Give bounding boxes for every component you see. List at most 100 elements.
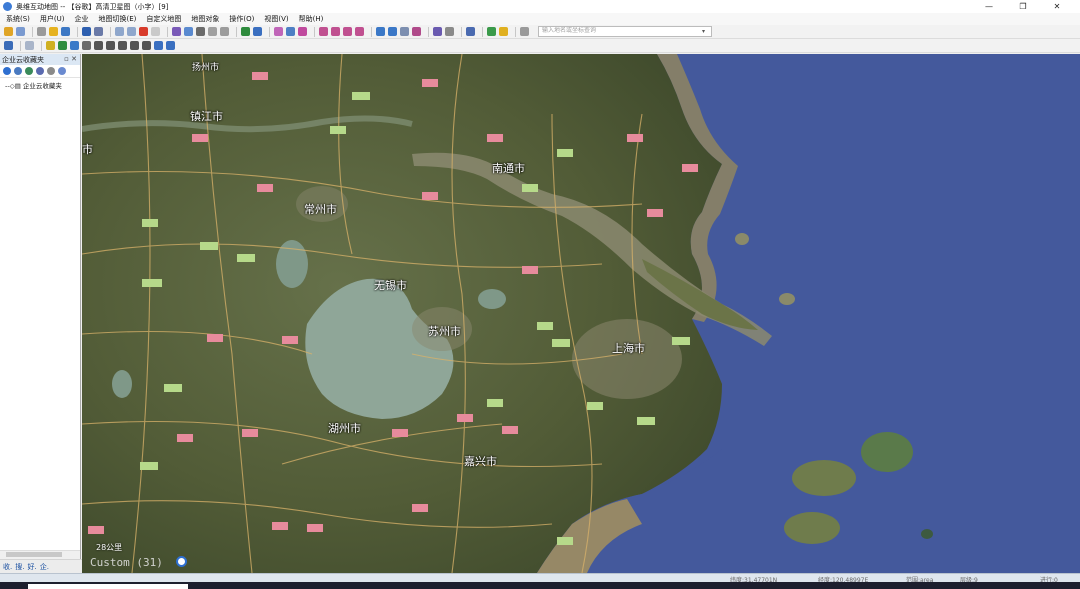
tab-favorites[interactable]: 收. [3,562,12,572]
maximize-button[interactable]: ❐ [1006,0,1040,13]
area-measure-icon[interactable] [388,27,397,36]
target-icon[interactable] [3,67,11,75]
open-folder-icon[interactable] [4,27,13,36]
screenshot-icon[interactable] [220,27,229,36]
map-type-icon[interactable] [466,27,475,36]
road-shield [637,417,655,425]
print-icon[interactable] [196,27,205,36]
favorite-star-icon[interactable] [49,27,58,36]
taskbar-item[interactable] [28,584,188,589]
menu-view[interactable]: 视图(V) [264,14,288,24]
help-icon[interactable] [58,67,66,75]
search-input[interactable] [538,26,712,37]
island [779,293,795,305]
person-pin-icon[interactable] [172,27,181,36]
route-icon[interactable] [94,27,103,36]
delete-icon[interactable] [139,27,148,36]
layers-icon[interactable] [61,27,70,36]
menu-map-switch[interactable]: 地图切换(E) [99,14,137,24]
toolbar-separator [515,26,516,37]
compass-icon[interactable] [176,556,187,567]
menu-map-objects[interactable]: 地图对象 [191,14,219,24]
circle-draw-icon[interactable] [331,27,340,36]
menu-system[interactable]: 系统(S) [6,14,30,24]
search-icon[interactable] [520,27,529,36]
toolbar-separator [482,26,483,37]
close-button[interactable]: ✕ [1040,0,1074,13]
window-controls: — ❐ ✕ [972,0,1074,13]
tab-search[interactable]: 搜. [15,562,24,572]
panel-title: 企业云收藏夹 [2,55,44,64]
arc-icon[interactable] [106,41,115,50]
tree-item-enterprise-favorites[interactable]: --◇▤ 企业云收藏夹 [0,78,80,90]
road-shield [522,266,538,274]
panel-toggle-icon[interactable] [433,27,442,36]
horizontal-scrollbar[interactable] [0,550,80,559]
city-label-yangzhou: 扬州市 [192,63,220,73]
toolbar-separator [269,26,270,37]
line-draw-icon[interactable] [319,27,328,36]
road-shield [627,134,643,142]
menu-custom-map[interactable]: 自定义地图 [146,14,181,24]
list-icon[interactable] [445,27,454,36]
panel-controls[interactable]: ▫ ✕ [64,55,77,63]
city-label-jiaxing: 嘉兴市 [464,455,497,468]
arrow-icon[interactable] [70,41,79,50]
circle-icon[interactable] [94,41,103,50]
table-icon[interactable] [412,27,421,36]
rectangle-draw-icon[interactable] [343,27,352,36]
road-shield [457,414,473,422]
road-shield [88,526,104,534]
new-document-icon[interactable] [25,41,34,50]
ellipse-icon[interactable] [118,41,127,50]
settings-icon[interactable] [208,27,217,36]
menu-enterprise[interactable]: 企业 [75,14,89,24]
polyline-icon[interactable] [274,27,283,36]
image-frame-icon[interactable] [166,41,175,50]
undo-icon[interactable] [115,27,124,36]
zoom-icon[interactable] [14,67,22,75]
user-icon[interactable] [37,27,46,36]
menu-help[interactable]: 帮助(H) [299,14,324,24]
grid-icon[interactable] [400,27,409,36]
pen-icon[interactable] [46,41,55,50]
map-view[interactable]: 镇江市 扬州市 南通市 常州市 无锡市 苏州市 上海市 湖州市 嘉兴市 市 28… [82,54,1080,573]
scrollbar-thumb[interactable] [6,552,62,557]
pin-icon[interactable] [58,41,67,50]
measure-icon[interactable] [376,27,385,36]
menu-operations[interactable]: 操作(O) [229,14,254,24]
layer-label: Custom (31) [90,556,163,569]
road-shield [647,209,663,217]
polygon-icon[interactable] [286,27,295,36]
globe-icon[interactable] [82,27,91,36]
road-shield [237,254,255,262]
gear-icon[interactable] [47,67,55,75]
sync-icon[interactable] [36,67,44,75]
menu-user[interactable]: 用户(U) [40,14,65,24]
oval-icon[interactable] [130,41,139,50]
road-shield [537,322,553,330]
square-icon[interactable] [154,41,163,50]
city-label-nantong: 南通市 [492,162,525,175]
edit-icon[interactable] [184,27,193,36]
marker-pin-icon[interactable] [241,27,250,36]
ring-icon[interactable] [142,41,151,50]
search-dropdown-icon[interactable]: ▾ [702,28,705,35]
select-icon[interactable] [151,27,160,36]
segment-icon[interactable] [82,41,91,50]
curve-icon[interactable] [298,27,307,36]
save-icon[interactable] [16,27,25,36]
island [861,432,913,472]
minimize-button[interactable]: — [972,0,1006,13]
ellipse-draw-icon[interactable] [355,27,364,36]
tab-friends[interactable]: 好. [27,562,36,572]
tab-enterprise[interactable]: 企. [40,562,49,572]
refresh-icon[interactable] [25,67,33,75]
chat-icon[interactable] [499,27,508,36]
locate-icon[interactable] [4,41,13,50]
toolbar-separator [461,26,462,37]
note-icon[interactable] [253,27,262,36]
redo-icon[interactable] [127,27,136,36]
image-icon[interactable] [487,27,496,36]
road-shield [682,164,698,172]
